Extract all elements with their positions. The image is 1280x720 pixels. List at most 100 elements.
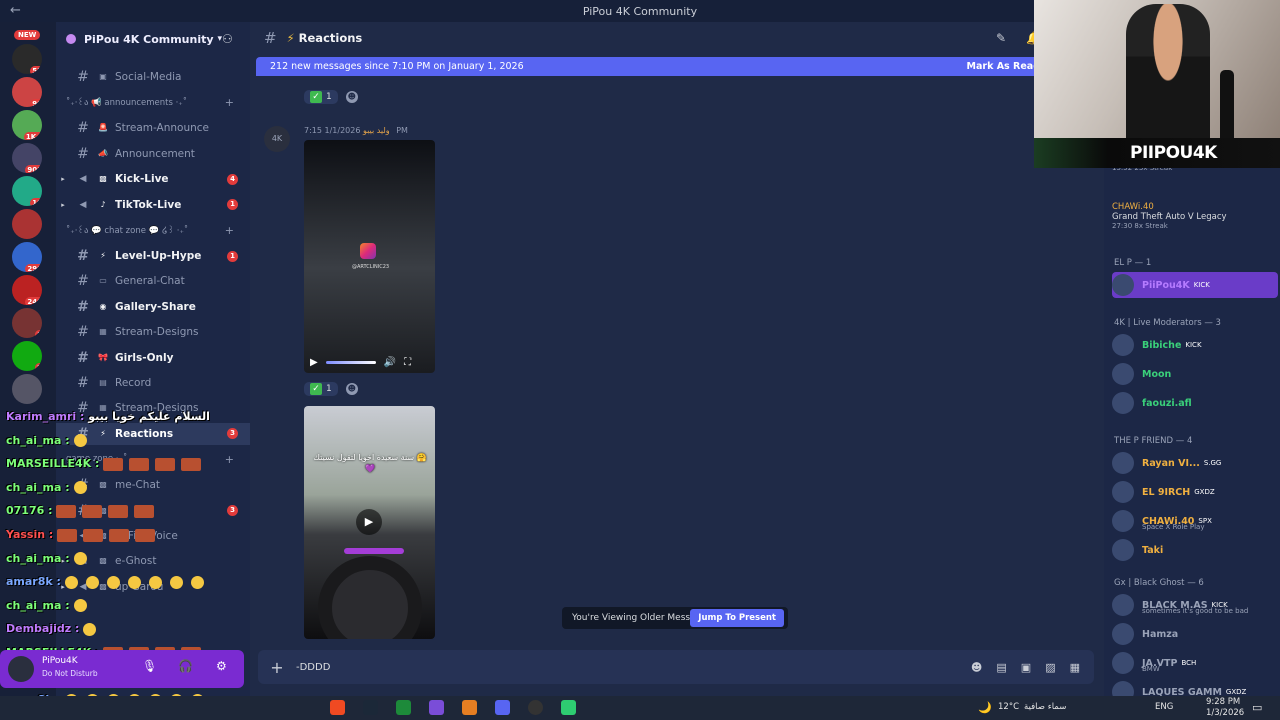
add-reaction-icon[interactable]: ☻ — [345, 383, 358, 395]
camera-icon: ◉ — [99, 301, 107, 311]
clock-date[interactable]: 1/3/2026 — [1206, 708, 1244, 718]
channel-name: e-Ghost — [115, 555, 157, 568]
app-icon[interactable] — [429, 700, 444, 715]
new-messages-banner[interactable]: 212 new messages since 7:10 PM on Januar… — [256, 57, 1046, 76]
video-attachment-2[interactable]: سنة سعيدة اخويا لتقول نسيتك 🤗💜 ▶ — [304, 406, 435, 639]
add-channel-icon[interactable]: + — [225, 224, 234, 237]
chat-app-icon[interactable] — [561, 700, 576, 715]
clock-time[interactable]: 9:28 PM — [1206, 697, 1240, 707]
channel-item[interactable]: ▸ ◀ ♪ TikTok-Live 1 — [56, 194, 250, 216]
plus-icon[interactable]: + — [258, 658, 296, 677]
add-channel-icon[interactable]: + — [225, 96, 234, 109]
video-controls: ▶ 🔊 ⛶ — [304, 351, 435, 373]
member-item[interactable]: Hamza — [1112, 621, 1278, 647]
add-channel-icon[interactable]: + — [225, 453, 234, 466]
new-badge: NEW — [14, 30, 41, 40]
server-icon[interactable]: 901 — [12, 143, 42, 173]
member-item[interactable]: Moon — [1112, 361, 1278, 387]
guild-header[interactable]: PiPou 4K Community ▾ ⚇ — [56, 22, 250, 56]
channel-item[interactable]: # 🚨 Stream-Announce — [56, 117, 250, 139]
server-icon[interactable]: 10 — [12, 176, 42, 206]
reaction-check[interactable]: ✓ 1 — [304, 90, 338, 104]
sticker-icon[interactable]: ▣ — [1021, 661, 1031, 674]
obs-icon[interactable] — [528, 700, 543, 715]
server-icon[interactable]: 2 — [12, 341, 42, 371]
member-activity[interactable]: CHAWi.40 Grand Theft Auto V Legacy 27:30 8… — [1112, 202, 1227, 230]
mention-badge: 53 — [30, 66, 42, 74]
volume-slider[interactable] — [325, 360, 376, 364]
editor-icon[interactable] — [462, 700, 477, 715]
member-item[interactable]: JA.VTP BCH BMW — [1112, 650, 1278, 676]
server-icon[interactable]: 1 — [12, 308, 42, 338]
message-author[interactable]: وليد بيبو — [363, 126, 390, 135]
member-item[interactable]: Taki — [1112, 537, 1278, 563]
microphone-icon[interactable]: 🎙 — [142, 659, 157, 673]
member-item[interactable]: Bibiche KICK — [1112, 332, 1278, 358]
member-name: Moon — [1142, 368, 1172, 380]
add-member-icon[interactable]: ⚇ — [222, 32, 233, 46]
member-item[interactable]: faouzi.afl — [1112, 390, 1278, 416]
channel-item[interactable]: # 📣 Announcement — [56, 143, 250, 165]
language[interactable]: ENG — [1155, 702, 1173, 712]
back-arrow-icon[interactable]: ← — [10, 3, 21, 18]
member-item[interactable]: CHAWi.40 SPX Space X Role Play — [1112, 508, 1278, 534]
member-item[interactable]: BLACK M.AS KICK sometimes it's good to be … — [1112, 592, 1278, 618]
server-icon[interactable]: 98 — [12, 77, 42, 107]
channel-item[interactable]: # ⚡ Level-Up-Hype 1 — [56, 245, 250, 267]
gear-icon[interactable]: ⚙ — [216, 659, 227, 673]
play-icon[interactable]: ▶ — [310, 357, 318, 368]
server-icon[interactable] — [12, 209, 42, 239]
avatar[interactable]: 4K — [264, 126, 290, 152]
channel-item[interactable]: ▸ ◀ ▩ Kick-Live 4 — [56, 168, 250, 190]
hash-icon: # — [77, 145, 89, 162]
jump-to-present-button[interactable]: Jump To Present — [690, 609, 784, 627]
message-composer[interactable]: + -DDDD ☻ ▤ ▣ ▨ ▦ — [258, 650, 1094, 684]
discord-icon[interactable] — [495, 700, 510, 715]
brave-icon[interactable] — [330, 700, 345, 715]
smile-emoji-icon — [127, 575, 141, 589]
server-icon[interactable]: 298 — [12, 242, 42, 272]
notification-icon[interactable]: ▭ — [1252, 701, 1262, 714]
server-icon[interactable]: 53 — [12, 44, 42, 74]
fullscreen-icon[interactable]: ⛶ — [404, 357, 411, 368]
overlay-user: ch_ai_ma : — [6, 433, 70, 447]
play-icon[interactable]: ▶ — [356, 509, 382, 535]
overlay-user: ch_ai_ma : — [6, 551, 70, 565]
channel-item[interactable]: # ▦ Stream-Designs — [56, 321, 250, 343]
member-item[interactable]: Rayan VI... S.GG — [1112, 450, 1278, 476]
channel-item[interactable]: # ▤ Record — [56, 372, 250, 394]
headphones-icon[interactable]: 🎧 — [178, 659, 193, 673]
spreadsheet-icon[interactable] — [396, 700, 411, 715]
avatar[interactable] — [8, 656, 34, 682]
mark-as-read-button[interactable]: Mark As Read — [967, 61, 1040, 72]
emote-icon — [129, 457, 150, 471]
steam-icon[interactable] — [363, 700, 378, 715]
overlay-chat-line: MARSEILLE4K : — [6, 457, 207, 471]
channel-category[interactable]: ˚₊‧꒰ა 📢 announcements ‧₊˚ + — [66, 93, 246, 111]
channel-item[interactable]: # ◉ Gallery-Share — [56, 296, 250, 318]
member-item[interactable]: LAQUES GAMM GXDZ — [1112, 679, 1278, 696]
server-icon[interactable]: 246 — [12, 275, 42, 305]
reaction-check[interactable]: ✓ 1 — [304, 382, 338, 396]
emoji-icon[interactable]: ☻ — [971, 661, 982, 674]
emote-icon — [108, 504, 129, 518]
channel-item[interactable]: # ▭ General-Chat — [56, 270, 250, 292]
channel-item[interactable]: # 🎀 Girls-Only — [56, 347, 250, 369]
activity-user: CHAWi.40 — [1112, 202, 1154, 212]
member-item[interactable]: EL 9IRCH GXDZ — [1112, 479, 1278, 505]
image-icon[interactable]: ▨ — [1045, 661, 1055, 674]
server-icon[interactable]: 1K+ — [12, 110, 42, 140]
server-icon[interactable] — [12, 374, 42, 404]
member-item[interactable]: PiiPou4K KICK — [1112, 272, 1278, 298]
add-reaction-icon[interactable]: ☻ — [345, 91, 358, 103]
channel-category[interactable]: ˚₊‧꒰ა 💬 chat zone 💬 ໒꒱ ‧₊˚ + — [66, 221, 246, 239]
apps-icon[interactable]: ▦ — [1070, 661, 1080, 674]
overlay-chat-line: 07176 : — [6, 504, 160, 518]
threads-icon[interactable]: ✎ — [996, 31, 1006, 45]
chat-icon: ▭ — [99, 276, 107, 286]
video-attachment-1[interactable]: @ARTCLINIC23 ▶ 🔊 ⛶ — [304, 140, 435, 373]
composer-input[interactable]: -DDDD — [296, 662, 330, 673]
gif-icon[interactable]: ▤ — [996, 661, 1006, 674]
speaker-icon[interactable]: 🔊 — [384, 357, 396, 368]
channel-item[interactable]: # ▣ Social-Media — [56, 66, 250, 88]
